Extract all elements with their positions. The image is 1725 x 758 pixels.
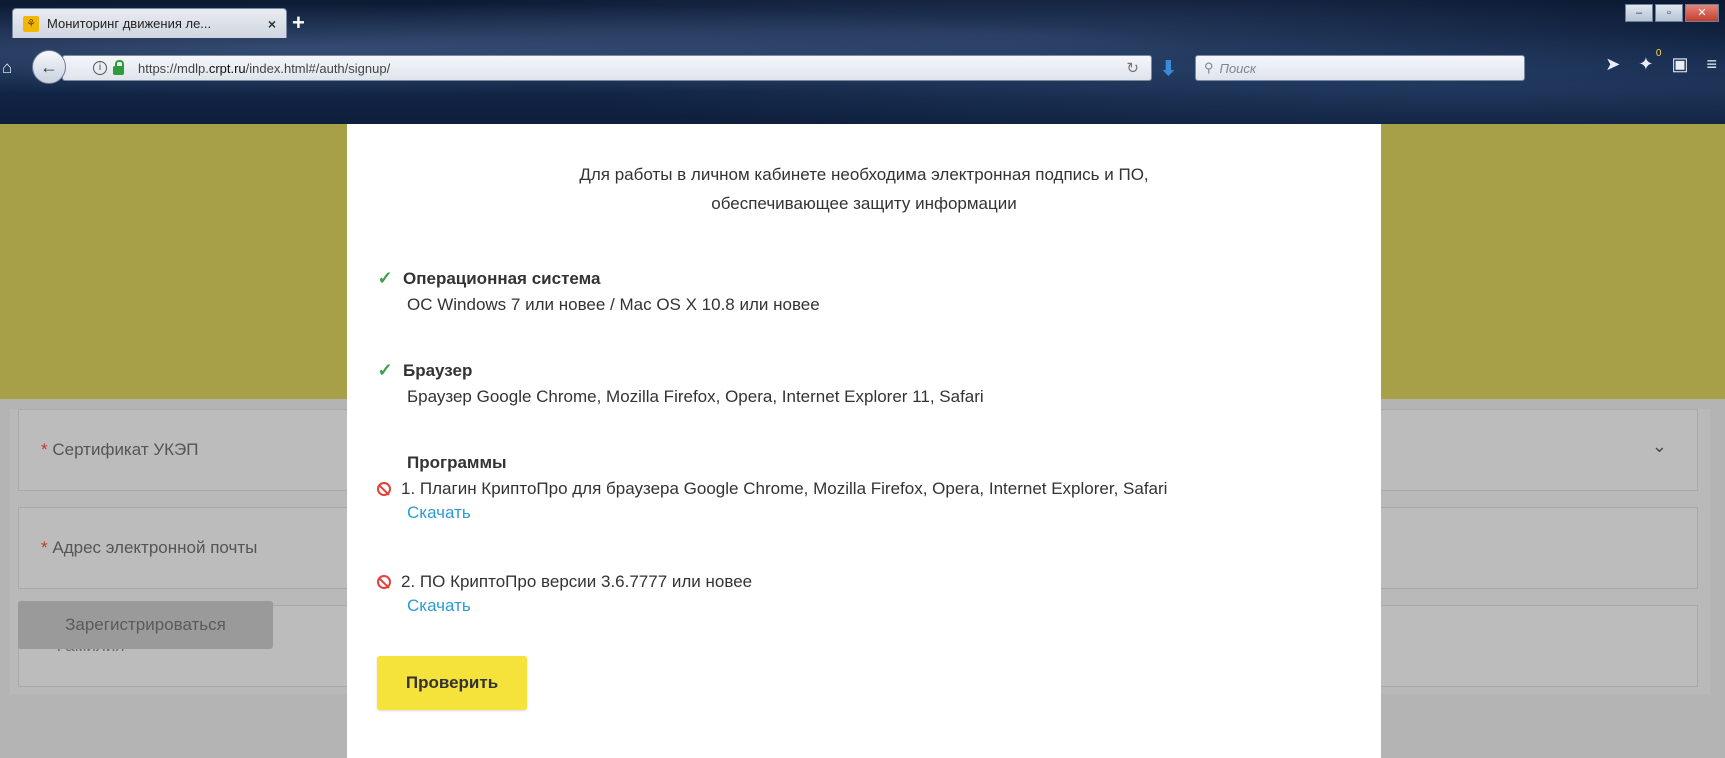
tab-close-icon[interactable]: ×: [268, 16, 276, 32]
modal-intro: Для работы в личном кабинете необходима …: [579, 165, 1149, 213]
check-button[interactable]: Проверить: [377, 656, 527, 710]
address-bar[interactable]: i https://mdlp.crpt.ru/index.html#/auth/…: [62, 55, 1152, 81]
window-close-button[interactable]: ✕: [1685, 4, 1719, 22]
os-description: ОС Windows 7 или новее / Mac OS X 10.8 и…: [407, 295, 820, 314]
download-plugin-link[interactable]: Скачать: [407, 503, 471, 523]
toolbar-icons: ➤ ✦ 0 ▣ ≡: [1605, 48, 1717, 75]
url-text[interactable]: https://mdlp.crpt.ru/index.html#/auth/si…: [138, 61, 1126, 76]
download-icon[interactable]: ⬇: [1160, 56, 1177, 81]
program-item-plugin: 1. Плагин КриптоПро для браузера Google …: [377, 479, 1167, 499]
back-button[interactable]: ←: [32, 50, 66, 84]
new-tab-button[interactable]: +: [292, 10, 305, 36]
search-input[interactable]: [1219, 60, 1500, 76]
home-icon[interactable]: ⌂: [2, 58, 12, 78]
check-icon: ✓: [377, 268, 393, 288]
lock-icon: [113, 59, 124, 75]
arrow-left-icon: ←: [40, 56, 58, 77]
browser-chrome: ⚘ Мониторинг движения ле... × + – ▫ ✕ ⌂ …: [0, 0, 1725, 124]
programs-title: Программы: [407, 453, 507, 472]
minimize-button[interactable]: –: [1625, 4, 1653, 22]
search-icon: ⚲: [1204, 60, 1214, 75]
window-controls: – ▫ ✕: [1625, 4, 1719, 22]
os-requirement: ✓ Операционная система ОС Windows 7 или …: [377, 268, 820, 315]
site-favicon-icon: ⚘: [23, 15, 39, 32]
browser-tab[interactable]: ⚘ Мониторинг движения ле... ×: [12, 8, 287, 38]
program-text: 2. ПО КриптоПро версии 3.6.7777 или нове…: [401, 572, 753, 591]
tab-title: Мониторинг движения ле...: [47, 16, 212, 31]
info-icon[interactable]: i: [93, 61, 107, 75]
extension-icon[interactable]: ✦ 0: [1638, 48, 1661, 75]
chevron-down-icon[interactable]: ⌄: [1652, 436, 1667, 457]
program-item-cryptopro: 2. ПО КриптоПро версии 3.6.7777 или нове…: [377, 572, 752, 616]
browser-description: Браузер Google Chrome, Mozilla Firefox, …: [407, 387, 984, 406]
certificate-label: * Сертификат УКЭП: [41, 440, 199, 459]
maximize-button[interactable]: ▫: [1655, 4, 1683, 22]
sidebar-icon[interactable]: ▣: [1671, 54, 1688, 75]
notification-badge: 0: [1655, 48, 1662, 59]
navigation-bar: ⌂ i https://mdlp.crpt.ru/index.html#/aut…: [0, 46, 1725, 88]
prohibited-icon: [377, 575, 391, 589]
send-icon[interactable]: ➤: [1605, 54, 1620, 75]
check-icon: ✓: [377, 360, 393, 380]
programs-requirement: Программы 1. Плагин КриптоПро для браузе…: [377, 453, 1167, 523]
register-button[interactable]: Зарегистрироваться: [18, 601, 273, 649]
os-title: Операционная система: [403, 268, 601, 288]
prohibited-icon: [377, 482, 391, 496]
reload-icon[interactable]: ↻: [1126, 59, 1139, 77]
requirements-modal: Для работы в личном кабинете необходима …: [347, 124, 1381, 758]
email-label: * Адрес электронной почты: [41, 538, 258, 557]
search-box[interactable]: ⚲: [1195, 55, 1525, 81]
browser-title: Браузер: [403, 360, 473, 380]
browser-requirement: ✓ Браузер Браузер Google Chrome, Mozilla…: [377, 360, 984, 407]
download-cryptopro-link[interactable]: Скачать: [407, 596, 471, 616]
menu-icon[interactable]: ≡: [1706, 54, 1717, 75]
program-text: 1. Плагин КриптоПро для браузера Google …: [401, 479, 1168, 498]
